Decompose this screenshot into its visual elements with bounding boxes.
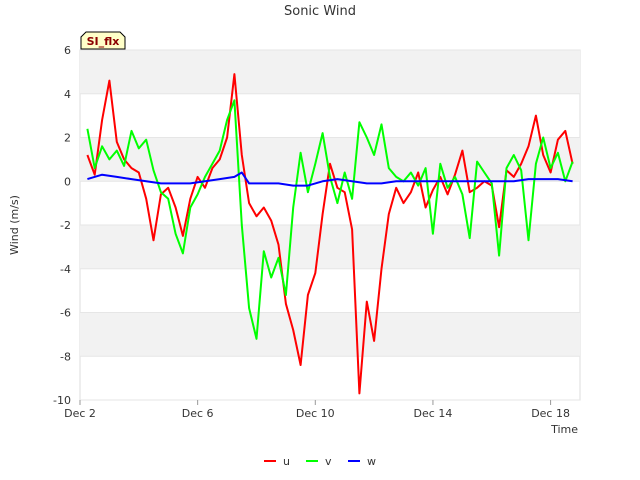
x-tick-label: Dec 14 [414,407,453,420]
y-tick-label: 0 [64,175,71,188]
badge-label: SI_flx [87,35,120,48]
y-tick-label: 4 [64,88,71,101]
x-tick-label: Dec 6 [182,407,214,420]
y-axis-ticks: -10 -8 -6 -4 -2 0 2 4 6 [53,44,71,407]
y-tick-label: -6 [60,307,71,320]
legend-label-u: u [283,455,290,468]
x-tick-label: Dec 18 [531,407,570,420]
y-tick-label: -2 [60,219,71,232]
y-tick-label: -8 [60,350,71,363]
badge: SI_flx [80,31,126,50]
y-tick-label: 6 [64,44,71,57]
legend-label-w: w [367,455,376,468]
x-axis-label: Time [550,423,578,436]
y-tick-label: 2 [64,132,71,145]
legend: u v w [264,455,376,468]
y-tick-label: -4 [60,263,71,276]
chart-title: Sonic Wind [284,4,356,19]
plot-band [80,50,580,94]
y-axis-label: Wind (m/s) [8,195,21,255]
sonic-wind-chart: Sonic Wind -10-8-6-4-20246 Dec 2 Dec 6 Dec… [8,4,581,468]
y-tick-label: -10 [53,394,71,407]
x-axis-ticks: Dec 2 Dec 6 Dec 10 Dec 14 Dec 18 [64,400,570,420]
legend-label-v: v [325,455,332,468]
x-tick-label: Dec 2 [64,407,96,420]
plot-band [80,312,580,357]
x-tick-label: Dec 10 [296,407,335,420]
